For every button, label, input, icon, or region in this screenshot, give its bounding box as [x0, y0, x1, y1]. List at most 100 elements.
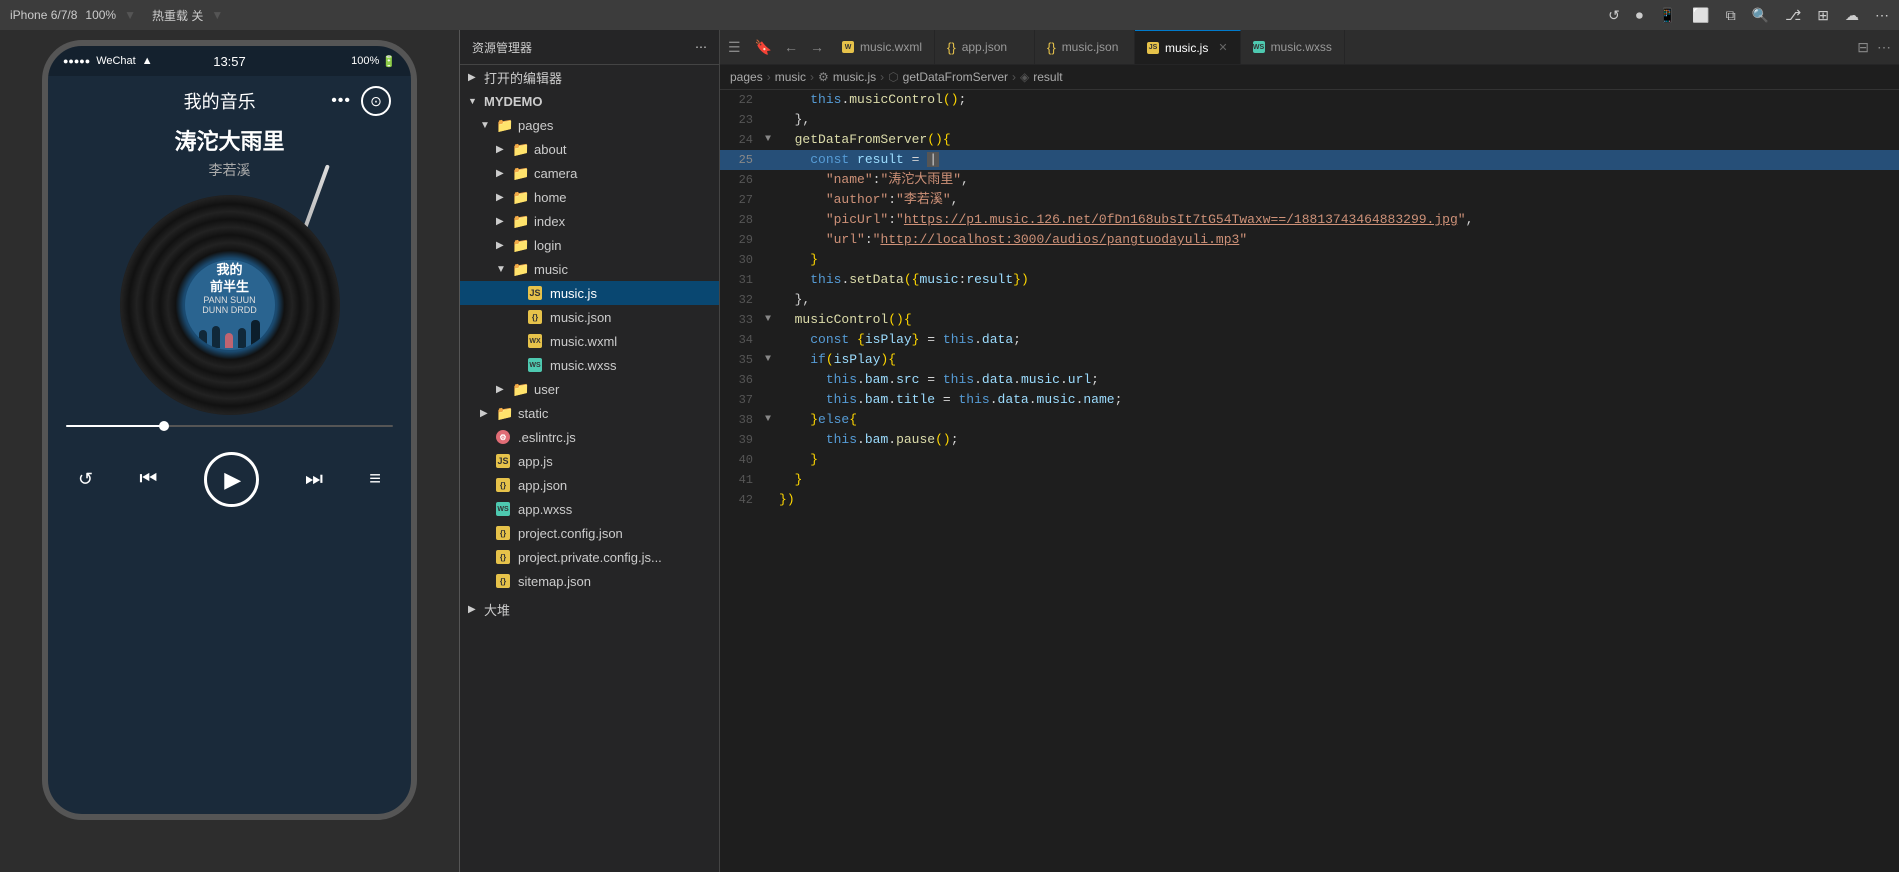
next-button[interactable]: ⏭	[305, 468, 323, 491]
sidebar-item-project-private[interactable]: ▶ {} project.private.config.js...	[460, 545, 719, 569]
sidebar-item-about[interactable]: ▶ 📁 about	[460, 137, 719, 161]
breadcrumb-music[interactable]: music	[775, 70, 806, 84]
code-content-27: "author":"李若溪",	[779, 190, 1899, 210]
sidebar-item-user[interactable]: ▶ 📁 user	[460, 377, 719, 401]
tab-app-json[interactable]: {} app.json	[935, 30, 1035, 64]
breadcrumb-pages[interactable]: pages	[730, 70, 763, 84]
sidebar-more-icon[interactable]: ⋯	[695, 40, 707, 54]
music-label: music	[534, 262, 711, 277]
code-editor[interactable]: 22 this.musicControl(); 23 }, 24 ▼ getDa…	[720, 90, 1899, 872]
more-icon[interactable]: ⋯	[1875, 7, 1889, 24]
refresh-icon[interactable]: ↺	[1608, 7, 1620, 24]
repeat-button[interactable]: ↺	[78, 469, 93, 490]
code-content-41: }	[779, 470, 1899, 490]
deploy-icon[interactable]: ☁	[1845, 7, 1859, 24]
code-content-24: getDataFromServer(){	[779, 130, 1899, 150]
sidebar-item-pages[interactable]: ▼ 📁 pages	[460, 113, 719, 137]
sidebar-item-login[interactable]: ▶ 📁 login	[460, 233, 719, 257]
progress-bar[interactable]	[66, 425, 393, 427]
breadcrumb-getdata[interactable]: getDataFromServer	[903, 70, 1008, 84]
hotreload-label[interactable]: 热重载 关	[152, 7, 203, 24]
code-content-36: this.bam.src = this.data.music.url;	[779, 370, 1899, 390]
static-arrow: ▶	[480, 408, 492, 419]
sidebar-item-music[interactable]: ▼ 📁 music	[460, 257, 719, 281]
eslintrc-label: .eslintrc.js	[518, 430, 711, 445]
app-json-icon: {}	[496, 478, 510, 492]
progress-handle[interactable]	[159, 421, 169, 431]
sidebar-bottom-section[interactable]: ▶ 大堆	[460, 597, 719, 621]
nav-forward-icon[interactable]: →	[804, 30, 830, 64]
music-json-tab-icon: {}	[1047, 40, 1056, 55]
root-label: MYDEMO	[484, 94, 711, 109]
wifi-icon: ▲	[142, 55, 153, 67]
wechat-label: WeChat	[96, 55, 136, 67]
code-line-38: 38 ▼ }else{	[720, 410, 1899, 430]
sidebar-item-camera[interactable]: ▶ 📁 camera	[460, 161, 719, 185]
editor-right-icons: ⊟ ⋯	[1849, 30, 1899, 64]
copy-icon[interactable]: ⧉	[1726, 7, 1736, 24]
sidebar-item-index[interactable]: ▶ 📁 index	[460, 209, 719, 233]
tab-music-js[interactable]: JS music.js ✕	[1135, 30, 1241, 64]
user-label: user	[534, 382, 711, 397]
root-folder[interactable]: ▼ MYDEMO	[460, 89, 719, 113]
vinyl-container: 我的 前半生 PANN SUUN DUNN DRDD	[120, 195, 340, 415]
sidebar-item-music-js[interactable]: ▶ JS music.js	[460, 281, 719, 305]
code-line-24: 24 ▼ getDataFromServer(){	[720, 130, 1899, 150]
code-content-31: this.setData({music:result})	[779, 270, 1899, 290]
tab-music-json[interactable]: {} music.json	[1035, 30, 1135, 64]
app-wxss-label: app.wxss	[518, 502, 711, 517]
tab-close-button[interactable]: ✕	[1218, 41, 1227, 54]
editor-area: ☰ 🔖 ← → W music.wxml {} app.json {} musi…	[720, 30, 1899, 872]
dots-icon[interactable]: •••	[331, 92, 351, 110]
json-file-icon: {}	[528, 310, 542, 324]
sidebar-item-music-wxml[interactable]: ▶ WX music.wxml	[460, 329, 719, 353]
tabs-bar: ☰ 🔖 ← → W music.wxml {} app.json {} musi…	[720, 30, 1899, 65]
about-label: about	[534, 142, 711, 157]
sidebar-item-home[interactable]: ▶ 📁 home	[460, 185, 719, 209]
search-icon[interactable]: 🔍	[1752, 7, 1769, 24]
play-button[interactable]: ▶	[204, 452, 259, 507]
open-editors-section[interactable]: ▶ 打开的编辑器	[460, 65, 719, 89]
playlist-button[interactable]: ≡	[369, 468, 381, 491]
nav-back-icon[interactable]: ←	[778, 30, 804, 64]
sidebar-item-music-json[interactable]: ▶ {} music.json	[460, 305, 719, 329]
sidebar-item-app-wxss[interactable]: ▶ WS app.wxss	[460, 497, 719, 521]
line-num-23: 23	[720, 110, 765, 130]
code-line-27: 27 "author":"李若溪",	[720, 190, 1899, 210]
sidebar-item-project-config[interactable]: ▶ {} project.config.json	[460, 521, 719, 545]
breadcrumb-result[interactable]: result	[1033, 70, 1062, 84]
phone-icon[interactable]: 📱	[1659, 7, 1676, 24]
tab-music-wxml[interactable]: W music.wxml	[830, 30, 935, 64]
sidebar-toggle[interactable]: ☰	[720, 30, 749, 64]
sidebar-item-app-json[interactable]: ▶ {} app.json	[460, 473, 719, 497]
code-line-40: 40 }	[720, 450, 1899, 470]
extensions-icon[interactable]: ⊞	[1817, 7, 1829, 24]
sidebar-item-music-wxss[interactable]: ▶ WS music.wxss	[460, 353, 719, 377]
camera-button[interactable]: ⊙	[361, 86, 391, 116]
device-label: iPhone 6/7/8	[10, 8, 77, 22]
split-editor-icon[interactable]: ⊟	[1857, 39, 1869, 56]
wxss-tab-icon: WS	[1253, 41, 1265, 53]
music-app: 我的音乐 ••• ⊙ 涛沱大雨里 李若溪	[48, 76, 411, 814]
sidebar-item-eslintrc[interactable]: ▶ ⚙ .eslintrc.js	[460, 425, 719, 449]
header-icons: ••• ⊙	[331, 86, 391, 116]
json-tab-icon: {}	[947, 40, 956, 55]
breadcrumb-sep2: ›	[810, 70, 814, 84]
bookmark-icon[interactable]: 🔖	[749, 30, 778, 64]
sidebar-item-app-js[interactable]: ▶ JS app.js	[460, 449, 719, 473]
wxml-tab-icon: W	[842, 41, 854, 53]
code-line-39: 39 this.bam.pause();	[720, 430, 1899, 450]
sidebar-item-sitemap[interactable]: ▶ {} sitemap.json	[460, 569, 719, 593]
more-editor-icon[interactable]: ⋯	[1877, 39, 1891, 56]
record-icon[interactable]: ⏺	[1636, 7, 1643, 24]
project-config-icon: {}	[496, 526, 510, 540]
breadcrumb-music-js[interactable]: music.js	[833, 70, 876, 84]
sidebar-item-static[interactable]: ▶ 📁 static	[460, 401, 719, 425]
tab-music-wxss[interactable]: WS music.wxss	[1241, 30, 1345, 64]
prev-button[interactable]: ⏮	[139, 468, 157, 491]
code-content-33: musicControl(){	[779, 310, 1899, 330]
vinyl-center: 我的 前半生 PANN SUUN DUNN DRDD	[185, 260, 275, 350]
window-icon[interactable]: ⬜	[1692, 7, 1709, 24]
code-content-32: },	[779, 290, 1899, 310]
branch-icon[interactable]: ⎇	[1785, 7, 1801, 24]
